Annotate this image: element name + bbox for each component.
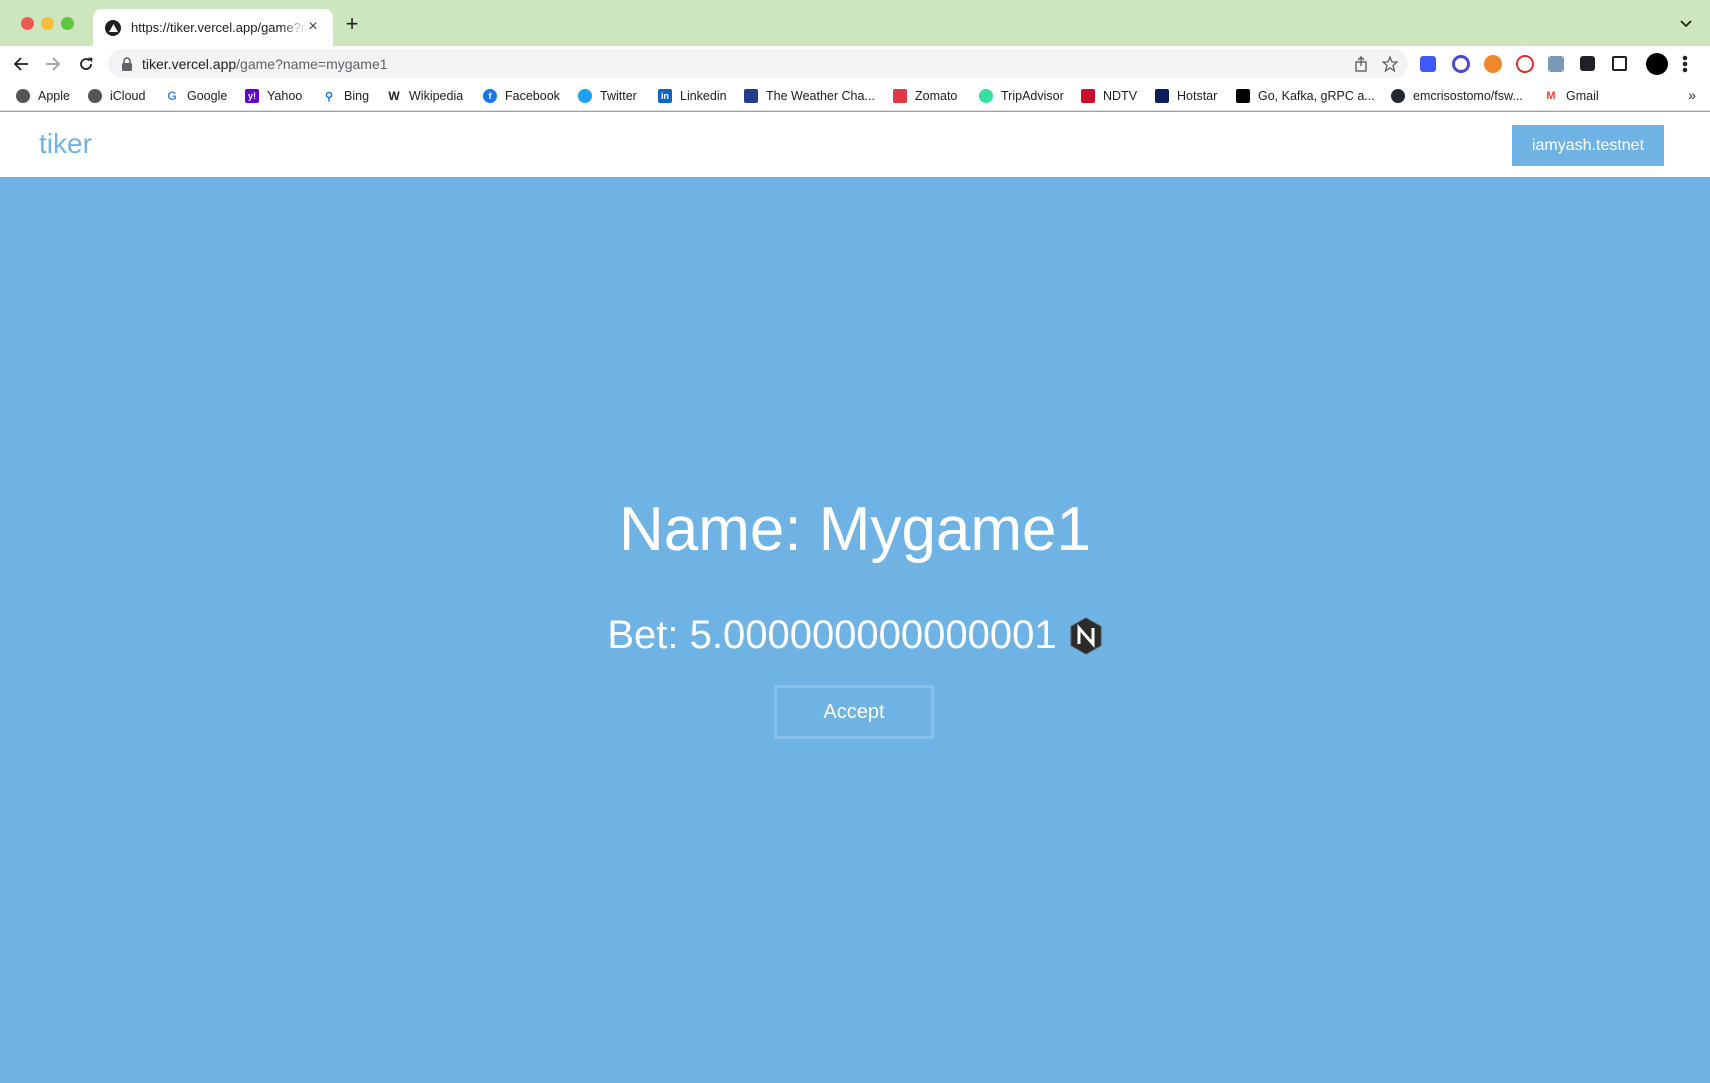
bookmark-item[interactable]: NDTV <box>1081 87 1137 105</box>
dropper-extension-icon[interactable] <box>1548 56 1564 72</box>
bookmark-label: Gmail <box>1566 89 1599 103</box>
metamask-icon[interactable] <box>1484 55 1502 73</box>
bookmark-label: Google <box>187 89 228 103</box>
bookmark-label: emcrisostomo/fsw... <box>1413 89 1523 103</box>
web-page: tiker iamyash.testnet Name: Mygame1 Bet:… <box>0 112 1710 1083</box>
bookmark-label: Zomato <box>915 89 958 103</box>
app-header: tiker iamyash.testnet <box>0 112 1710 177</box>
forward-button[interactable] <box>43 54 63 74</box>
star-icon[interactable] <box>1382 56 1398 72</box>
bookmark-item[interactable]: in Linkedin <box>658 87 727 105</box>
bookmark-item[interactable]: f Facebook <box>483 87 560 105</box>
bookmark-item[interactable]: The Weather Cha... <box>744 87 875 105</box>
bookmark-item[interactable]: M Gmail <box>1544 87 1599 105</box>
profile-avatar[interactable] <box>1646 53 1668 75</box>
facebook-icon: f <box>483 89 497 103</box>
bookmark-label: Hotstar <box>1177 89 1218 103</box>
close-window-button[interactable] <box>21 17 34 30</box>
hotstar-icon <box>1155 89 1169 103</box>
address-bar[interactable]: tiker.vercel.app/game?name=mygame1 <box>108 49 1408 78</box>
new-tab-button[interactable]: + <box>343 13 361 35</box>
tab-title: https://tiker.vercel.app/game?name=mygam… <box>131 20 307 35</box>
bookmark-label: Facebook <box>505 89 560 103</box>
twitter-icon <box>578 89 592 103</box>
bookmark-label: iCloud <box>110 89 146 103</box>
browser-window: https://tiker.vercel.app/game?name=mygam… <box>0 0 1710 1083</box>
yahoo-icon: y! <box>245 89 259 103</box>
back-button[interactable] <box>11 54 31 74</box>
bet-amount: Bet: 5.000000000000001 <box>607 613 1057 657</box>
game-panel: Name: Mygame1 Bet: 5.000000000000001 Acc… <box>0 177 1710 1083</box>
tab-active[interactable]: https://tiker.vercel.app/game?name=mygam… <box>93 9 333 46</box>
bookmark-label: Apple <box>38 89 70 103</box>
bookmark-item[interactable]: Zomato <box>893 87 957 105</box>
layers-extension-icon[interactable] <box>1420 56 1436 72</box>
bookmark-item[interactable]: ⚲ Bing <box>322 87 369 105</box>
bookmarks-bar: » Apple iCloud G Google y! Yahoo ⚲ Bing W Wikiped… <box>0 81 1710 111</box>
search-icon: ⚲ <box>322 89 336 103</box>
bookmark-item[interactable]: TripAdvisor <box>979 87 1064 105</box>
play-extension-icon[interactable] <box>1516 55 1534 73</box>
google-icon: G <box>165 89 179 103</box>
near-icon <box>1070 616 1102 655</box>
tab-close-icon[interactable]: × <box>305 19 321 35</box>
bookmark-label: Wikipedia <box>409 89 464 103</box>
circle-extension-icon[interactable] <box>1452 55 1470 73</box>
zoom-window-button[interactable] <box>61 17 74 30</box>
account-button[interactable]: iamyash.testnet <box>1512 125 1664 166</box>
bookmark-item[interactable]: emcrisostomo/fsw... <box>1391 87 1523 105</box>
vercel-icon <box>105 19 121 36</box>
reload-button[interactable] <box>76 54 96 74</box>
reload-icon <box>80 57 93 70</box>
url-path: /game?name=mygame1 <box>236 55 388 72</box>
tripadvisor-icon <box>979 89 993 103</box>
bookmark-label: The Weather Cha... <box>766 89 875 103</box>
apple-icon <box>16 89 30 103</box>
ndtv-icon <box>1081 89 1095 103</box>
menu-kebab-icon[interactable] <box>1682 55 1688 73</box>
bookmark-item[interactable]: G Google <box>165 87 227 105</box>
bookmark-label: Linkedin <box>680 89 727 103</box>
arrow-left-icon <box>13 57 28 71</box>
lock-icon <box>122 56 132 71</box>
brand-logo[interactable]: tiker <box>39 128 92 160</box>
zomato-icon <box>893 89 907 103</box>
bookmark-item[interactable]: Hotstar <box>1155 87 1217 105</box>
accept-button[interactable]: Accept <box>774 685 934 739</box>
url-text: tiker.vercel.app/game?name=mygame1 <box>142 56 388 72</box>
url-host: tiker.vercel.app <box>142 55 237 72</box>
tab-strip: https://tiker.vercel.app/game?name=mygam… <box>0 0 1710 46</box>
minimize-window-button[interactable] <box>41 17 54 30</box>
chevron-down-icon[interactable] <box>1678 15 1694 31</box>
bookmark-item[interactable]: iCloud <box>88 87 145 105</box>
bookmark-label: Bing <box>344 89 370 103</box>
sidebar-icon[interactable] <box>1612 56 1627 71</box>
game-bet: Bet: 5.000000000000001 <box>0 613 1710 658</box>
apple-icon <box>88 89 102 103</box>
bookmark-item[interactable]: Apple <box>16 87 70 105</box>
bookmarks-more-button[interactable]: » <box>1688 87 1696 103</box>
bookmark-label: TripAdvisor <box>1001 89 1064 103</box>
dev-icon <box>1236 89 1250 103</box>
github-icon <box>1391 89 1405 103</box>
wikipedia-icon: W <box>387 89 401 103</box>
gmail-icon: M <box>1544 89 1558 103</box>
linkedin-icon: in <box>658 89 672 103</box>
bookmark-item[interactable]: Go, Kafka, gRPC a... <box>1236 87 1375 105</box>
bookmark-item[interactable]: Twitter <box>578 87 637 105</box>
arrow-right-icon <box>46 57 61 71</box>
weather-icon <box>744 89 758 103</box>
bookmark-label: Twitter <box>600 89 637 103</box>
browser-toolbar: tiker.vercel.app/game?name=mygame1 <box>0 46 1710 81</box>
bookmark-label: NDTV <box>1103 89 1138 103</box>
share-icon[interactable] <box>1353 56 1369 72</box>
bookmark-item[interactable]: W Wikipedia <box>387 87 463 105</box>
bookmark-label: Yahoo <box>267 89 303 103</box>
game-name: Name: Mygame1 <box>618 495 1092 564</box>
bookmark-label: Go, Kafka, gRPC a... <box>1258 89 1375 103</box>
puzzle-icon[interactable] <box>1580 56 1595 71</box>
bookmark-item[interactable]: y! Yahoo <box>245 87 302 105</box>
